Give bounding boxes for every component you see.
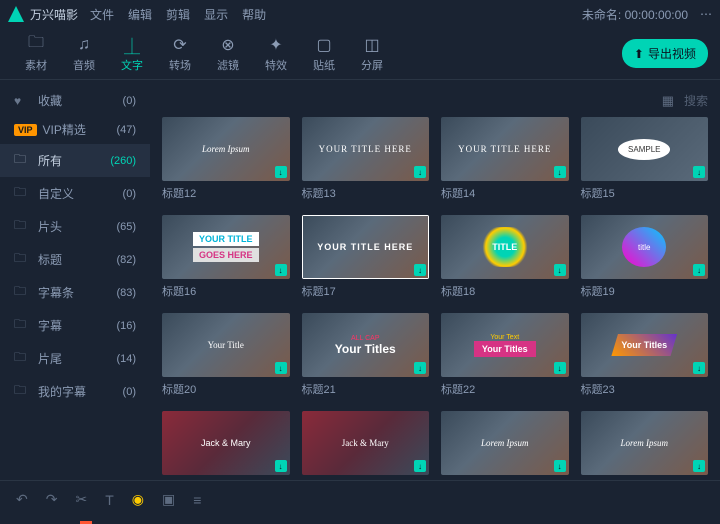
main-area: ♥收藏(0) VIPVIP精选(47) 🗀所有(260) 🗀自定义(0) 🗀片头…: [0, 80, 720, 480]
menu-view[interactable]: 显示: [204, 6, 228, 23]
filter-icon: ⊗: [218, 35, 238, 55]
tab-media[interactable]: 🗀素材: [12, 35, 60, 73]
title-card[interactable]: Your Titles↓标题23: [581, 313, 709, 397]
download-icon: ↓: [275, 460, 287, 472]
download-icon: ↓: [693, 166, 705, 178]
download-icon: ↓: [275, 166, 287, 178]
folder-icon: 🗀: [14, 183, 30, 204]
download-icon: ↓: [275, 362, 287, 374]
download-icon: ↓: [554, 166, 566, 178]
folder-icon: 🗀: [14, 216, 30, 237]
titlebar: 万兴喵影 文件 编辑 剪辑 显示 帮助 未命名: 00:00:00:00 ⋯: [0, 0, 720, 28]
download-icon: ↓: [693, 362, 705, 374]
download-icon: ↓: [554, 264, 566, 276]
folder-icon: 🗀: [14, 282, 30, 303]
tab-sticker[interactable]: ▢贴纸: [300, 35, 348, 73]
crop-icon[interactable]: ▣: [162, 491, 175, 508]
menu-clip[interactable]: 剪辑: [166, 6, 190, 23]
heart-icon: ♥: [14, 94, 30, 108]
effect-icon: ✦: [266, 35, 286, 55]
export-button[interactable]: ⬆导出视频: [622, 39, 708, 68]
tab-filter[interactable]: ⊗滤镜: [204, 35, 252, 73]
folder-icon: 🗀: [14, 315, 30, 336]
music-icon: ♫: [74, 35, 94, 55]
search-input[interactable]: 搜索: [684, 92, 708, 109]
app-logo-icon: [8, 6, 24, 22]
title-card[interactable]: YOUR TITLEGOES HERE↓标题16: [162, 215, 290, 299]
download-icon: ↓: [693, 460, 705, 472]
download-icon: ↓: [275, 264, 287, 276]
download-icon: ↓: [554, 362, 566, 374]
sidebar-item-subtitle[interactable]: 🗀字幕(16): [0, 309, 150, 342]
title-card[interactable]: YOUR TITLE HERE↓标题14: [441, 117, 569, 201]
download-icon: ↓: [554, 460, 566, 472]
folder-icon: 🗀: [14, 150, 30, 171]
vip-badge-icon: VIP: [14, 124, 37, 136]
split-icon: ◫: [362, 35, 382, 55]
menu-edit[interactable]: 编辑: [128, 6, 152, 23]
title-card[interactable]: Lorem Ipsum↓标题26: [441, 411, 569, 480]
titles-grid: Lorem Ipsum↓标题12 YOUR TITLE HERE↓标题13 YO…: [162, 117, 708, 480]
title-card[interactable]: YOUR TITLE HERE↓标题13: [302, 117, 430, 201]
upload-icon: ⬆: [634, 47, 644, 61]
sidebar-item-lowerthird[interactable]: 🗀字幕条(83): [0, 276, 150, 309]
marker-icon[interactable]: ◉: [132, 491, 144, 508]
title-card[interactable]: Your TextYour Titles↓标题22: [441, 313, 569, 397]
sidebar-item-intro[interactable]: 🗀片头(65): [0, 210, 150, 243]
project-name-label: 未命名: 00:00:00:00: [582, 6, 688, 23]
sidebar-item-outro[interactable]: 🗀片尾(14): [0, 342, 150, 375]
folder-icon: 🗀: [14, 249, 30, 270]
tab-split[interactable]: ◫分屏: [348, 35, 396, 73]
settings-icon[interactable]: ⋯: [700, 7, 712, 21]
undo-icon[interactable]: ↶: [16, 491, 28, 508]
folder-icon: 🗀: [14, 381, 30, 402]
title-card[interactable]: Jack & Mary↓标题24: [162, 411, 290, 480]
title-card[interactable]: Lorem Ipsum↓标题12: [162, 117, 290, 201]
redo-icon[interactable]: ↷: [46, 491, 58, 508]
title-card[interactable]: Lorem Ipsum↓标题27: [581, 411, 709, 480]
download-icon: ↓: [414, 460, 426, 472]
tab-text[interactable]: ⏊文字: [108, 35, 156, 73]
text-icon: ⏊: [122, 35, 142, 55]
grid-view-icon[interactable]: ▦: [662, 93, 674, 109]
tab-transition[interactable]: ⟳转场: [156, 35, 204, 73]
sidebar: ♥收藏(0) VIPVIP精选(47) 🗀所有(260) 🗀自定义(0) 🗀片头…: [0, 80, 150, 480]
adjust-icon[interactable]: ≡: [193, 492, 201, 508]
sidebar-item-favorites[interactable]: ♥收藏(0): [0, 86, 150, 115]
sidebar-item-all[interactable]: 🗀所有(260): [0, 144, 150, 177]
folder-icon: 🗀: [26, 35, 46, 55]
tab-audio[interactable]: ♫音频: [60, 35, 108, 73]
sidebar-item-my[interactable]: 🗀我的字幕(0): [0, 375, 150, 408]
title-card[interactable]: SAMPLE↓标题15: [581, 117, 709, 201]
menu-file[interactable]: 文件: [90, 6, 114, 23]
toolbar: 🗀素材 ♫音频 ⏊文字 ⟳转场 ⊗滤镜 ✦特效 ▢贴纸 ◫分屏 ⬆导出视频: [0, 28, 720, 80]
sidebar-item-vip[interactable]: VIPVIP精选(47): [0, 115, 150, 144]
content-panel: ▦ 搜索 Lorem Ipsum↓标题12 YOUR TITLE HERE↓标题…: [150, 80, 720, 480]
title-card[interactable]: TITLE↓标题18: [441, 215, 569, 299]
tab-effect[interactable]: ✦特效: [252, 35, 300, 73]
app-name: 万兴喵影: [30, 6, 78, 23]
sidebar-item-custom[interactable]: 🗀自定义(0): [0, 177, 150, 210]
download-icon: ↓: [414, 264, 426, 276]
sidebar-item-title[interactable]: 🗀标题(82): [0, 243, 150, 276]
title-card[interactable]: Your Title↓标题20: [162, 313, 290, 397]
title-card[interactable]: ALL CAPYour Titles↓标题21: [302, 313, 430, 397]
title-card[interactable]: YOUR TITLE HERE↓标题17: [302, 215, 430, 299]
timeline-toolbar: ↶ ↷ ✂ T ◉ ▣ ≡: [0, 480, 720, 518]
menu-bar: 文件 编辑 剪辑 显示 帮助: [90, 6, 266, 23]
menu-help[interactable]: 帮助: [242, 6, 266, 23]
download-icon: ↓: [414, 166, 426, 178]
cut-icon[interactable]: ✂: [75, 491, 87, 508]
download-icon: ↓: [414, 362, 426, 374]
title-card[interactable]: Jack & Mary↓标题25: [302, 411, 430, 480]
folder-icon: 🗀: [14, 348, 30, 369]
text-tool-icon[interactable]: T: [105, 492, 114, 508]
download-icon: ↓: [693, 264, 705, 276]
title-card[interactable]: title↓标题19: [581, 215, 709, 299]
transition-icon: ⟳: [170, 35, 190, 55]
sticker-icon: ▢: [314, 35, 334, 55]
